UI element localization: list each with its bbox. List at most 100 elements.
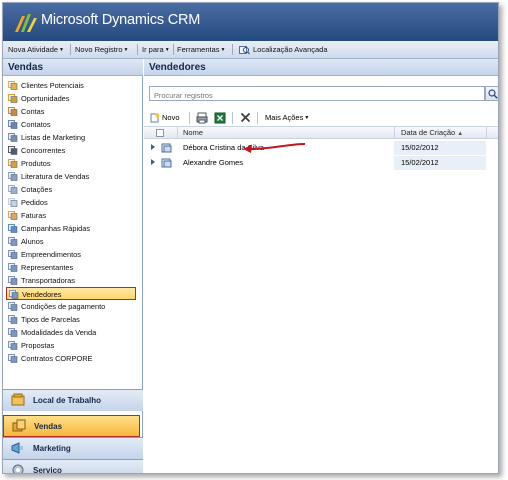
row-name[interactable]: Alexandre Gomes bbox=[183, 158, 243, 167]
sidebar-item-label: Transportadoras bbox=[21, 276, 75, 285]
sidebar-item-listas-de-marketing[interactable]: Listas de Marketing bbox=[3, 131, 143, 144]
grid-header: Nome Data de Criação ▲ bbox=[144, 126, 498, 139]
print-icon[interactable] bbox=[196, 112, 208, 124]
leads-icon bbox=[8, 81, 18, 90]
sidebar-item-clientes-potenciais[interactable]: Clientes Potenciais bbox=[3, 79, 143, 92]
sidebar-item-propostas[interactable]: Propostas bbox=[3, 339, 143, 352]
sidebar-item-representantes[interactable]: Representantes bbox=[3, 261, 143, 274]
sidebar-item-label: Listas de Marketing bbox=[21, 133, 86, 142]
sidebar-item-produtos[interactable]: Produtos bbox=[3, 157, 143, 170]
column-header-name[interactable]: Nome bbox=[183, 128, 203, 137]
menu-novo-registro[interactable]: Novo Registro▼ bbox=[75, 45, 128, 54]
menu-nova-atividade[interactable]: Nova Atividade▼ bbox=[8, 45, 64, 54]
toolbar-separator bbox=[257, 112, 258, 124]
sidebar-item-modalidades-da-venda[interactable]: Modalidades da Venda bbox=[3, 326, 143, 339]
column-divider bbox=[394, 127, 395, 139]
column-header-created[interactable]: Data de Criação ▲ bbox=[401, 128, 463, 137]
product-icon bbox=[8, 159, 18, 168]
invoice-icon bbox=[8, 211, 18, 220]
wunderbar-marketing[interactable]: Marketing bbox=[3, 437, 143, 459]
entity-icon bbox=[8, 302, 18, 311]
search-button[interactable] bbox=[485, 86, 498, 101]
sidebar-item-label: Faturas bbox=[21, 211, 47, 220]
dynamics-logo-icon bbox=[15, 14, 37, 32]
sidebar-item-contas[interactable]: Contas bbox=[3, 105, 143, 118]
entity-icon bbox=[8, 354, 18, 363]
app-header: Microsoft Dynamics CRM bbox=[3, 3, 498, 41]
sidebar-item-label: Empreendimentos bbox=[21, 250, 81, 259]
sidebar-item-cota-es[interactable]: Cotações bbox=[3, 183, 143, 196]
main-content: Vendedores Novo Mais Ações▼ Nome bbox=[144, 59, 498, 473]
marketing-icon bbox=[11, 442, 23, 454]
sidebar-item-alunos[interactable]: Alunos bbox=[3, 235, 143, 248]
entity-icon bbox=[8, 328, 18, 337]
contact-icon bbox=[8, 120, 18, 129]
menu-ir-para[interactable]: Ir para▼ bbox=[142, 45, 170, 54]
menu-separator bbox=[173, 44, 174, 55]
expand-row-icon[interactable] bbox=[151, 159, 155, 165]
wunderbar-vendas[interactable]: Vendas bbox=[3, 415, 140, 437]
column-divider bbox=[486, 127, 487, 139]
chevron-down-icon: ▼ bbox=[220, 47, 226, 53]
sidebar-item-vendedores[interactable]: Vendedores bbox=[6, 287, 136, 300]
workplace-icon bbox=[11, 393, 25, 406]
menu-separator bbox=[232, 44, 233, 55]
delete-icon[interactable] bbox=[240, 112, 251, 123]
search-input[interactable] bbox=[149, 86, 485, 101]
sidebar-item-contatos[interactable]: Contatos bbox=[3, 118, 143, 131]
sidebar-item-label: Contatos bbox=[21, 120, 51, 129]
literature-icon bbox=[8, 172, 18, 181]
app-brand-title: Microsoft Dynamics CRM bbox=[41, 12, 201, 28]
table-row[interactable]: Alexandre Gomes 15/02/2012 bbox=[144, 156, 486, 170]
row-created-date: 15/02/2012 bbox=[401, 158, 439, 167]
toolbar-separator bbox=[232, 112, 233, 124]
list-icon bbox=[8, 133, 18, 142]
sidebar-item-contratos-corpore[interactable]: Contratos CORPORE bbox=[3, 352, 143, 365]
expand-row-icon[interactable] bbox=[151, 144, 155, 150]
wunderbar-servico[interactable]: Serviço bbox=[3, 459, 143, 473]
sidebar-item-campanhas-r-pidas[interactable]: Campanhas Rápidas bbox=[3, 222, 143, 235]
excel-export-icon[interactable] bbox=[214, 112, 226, 124]
quote-icon bbox=[8, 185, 18, 194]
sidebar-item-label: Campanhas Rápidas bbox=[21, 224, 91, 233]
sidebar-item-tipos-de-parcelas[interactable]: Tipos de Parcelas bbox=[3, 313, 143, 326]
sidebar-item-label: Tipos de Parcelas bbox=[21, 315, 80, 324]
menu-localizacao-avancada[interactable]: Localização Avançada bbox=[253, 45, 328, 54]
sidebar-item-concorrentes[interactable]: Concorrentes bbox=[3, 144, 143, 157]
sidebar-item-literatura-de-vendas[interactable]: Literatura de Vendas bbox=[3, 170, 143, 183]
menu-ferramentas[interactable]: Ferramentas▼ bbox=[177, 45, 225, 54]
entity-icon bbox=[8, 250, 18, 259]
record-icon bbox=[161, 158, 172, 168]
select-all-checkbox[interactable] bbox=[156, 129, 164, 137]
sidebar-item-label: Pedidos bbox=[21, 198, 48, 207]
wunderbar-local-de-trabalho[interactable]: Local de Trabalho bbox=[3, 389, 143, 411]
advanced-find-icon bbox=[239, 46, 250, 55]
search-icon bbox=[488, 89, 498, 99]
sidebar-item-transportadoras[interactable]: Transportadoras bbox=[3, 274, 143, 287]
more-actions-button[interactable]: Mais Ações▼ bbox=[265, 113, 309, 122]
sidebar-list: Clientes Potenciais Oportunidades Contas Co… bbox=[3, 79, 143, 365]
entity-icon bbox=[8, 237, 18, 246]
sidebar-item-oportunidades[interactable]: Oportunidades bbox=[3, 92, 143, 105]
column-divider bbox=[177, 127, 178, 139]
sidebar-item-label: Literatura de Vendas bbox=[21, 172, 90, 181]
new-button[interactable]: Novo bbox=[150, 113, 180, 123]
new-record-icon bbox=[150, 113, 160, 123]
page-title: Vendedores bbox=[144, 59, 498, 76]
chevron-down-icon: ▼ bbox=[304, 115, 310, 121]
table-row[interactable]: Débora Cristina da Silva 15/02/2012 bbox=[144, 141, 486, 155]
sidebar-item-pedidos[interactable]: Pedidos bbox=[3, 196, 143, 209]
account-icon bbox=[8, 107, 18, 116]
sidebar-item-faturas[interactable]: Faturas bbox=[3, 209, 143, 222]
entity-icon bbox=[8, 276, 18, 285]
sidebar-item-condi-es-de-pagamento[interactable]: Condições de pagamento bbox=[3, 300, 143, 313]
sidebar-item-empreendimentos[interactable]: Empreendimentos bbox=[3, 248, 143, 261]
sidebar-item-label: Vendedores bbox=[22, 290, 62, 299]
chevron-down-icon: ▼ bbox=[123, 47, 129, 53]
entity-icon bbox=[8, 341, 18, 350]
service-icon bbox=[12, 464, 24, 473]
chevron-down-icon: ▼ bbox=[164, 47, 170, 53]
crm-window: Microsoft Dynamics CRM Nova Atividade▼ N… bbox=[2, 2, 499, 474]
sidebar-item-label: Contas bbox=[21, 107, 45, 116]
sort-ascending-icon: ▲ bbox=[457, 131, 464, 137]
